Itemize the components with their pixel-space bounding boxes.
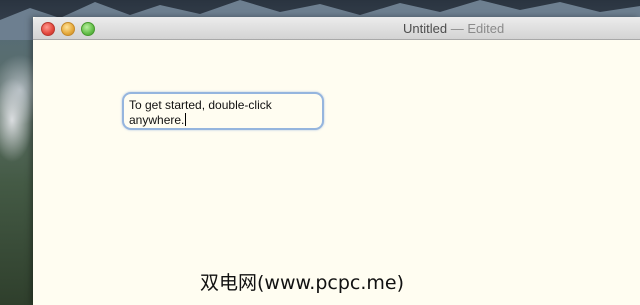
window-title: Untitled — Edited xyxy=(403,21,504,36)
textedit-window: Untitled — Edited To get started, double… xyxy=(33,17,640,305)
text-box-content: To get started, double-click anywhere. xyxy=(129,98,272,127)
close-button[interactable] xyxy=(41,22,55,36)
text-box[interactable]: To get started, double-click anywhere. xyxy=(122,92,324,130)
minimize-button[interactable] xyxy=(61,22,75,36)
title-bar[interactable]: Untitled — Edited xyxy=(33,17,640,40)
window-title-name: Untitled xyxy=(403,21,448,36)
zoom-button[interactable] xyxy=(81,22,95,36)
window-edited-status: — Edited xyxy=(450,21,505,36)
watermark-text: 双电网(www.pcpc.me) xyxy=(200,272,404,294)
text-caret xyxy=(185,113,187,126)
document-canvas[interactable]: To get started, double-click anywhere. xyxy=(33,40,640,305)
